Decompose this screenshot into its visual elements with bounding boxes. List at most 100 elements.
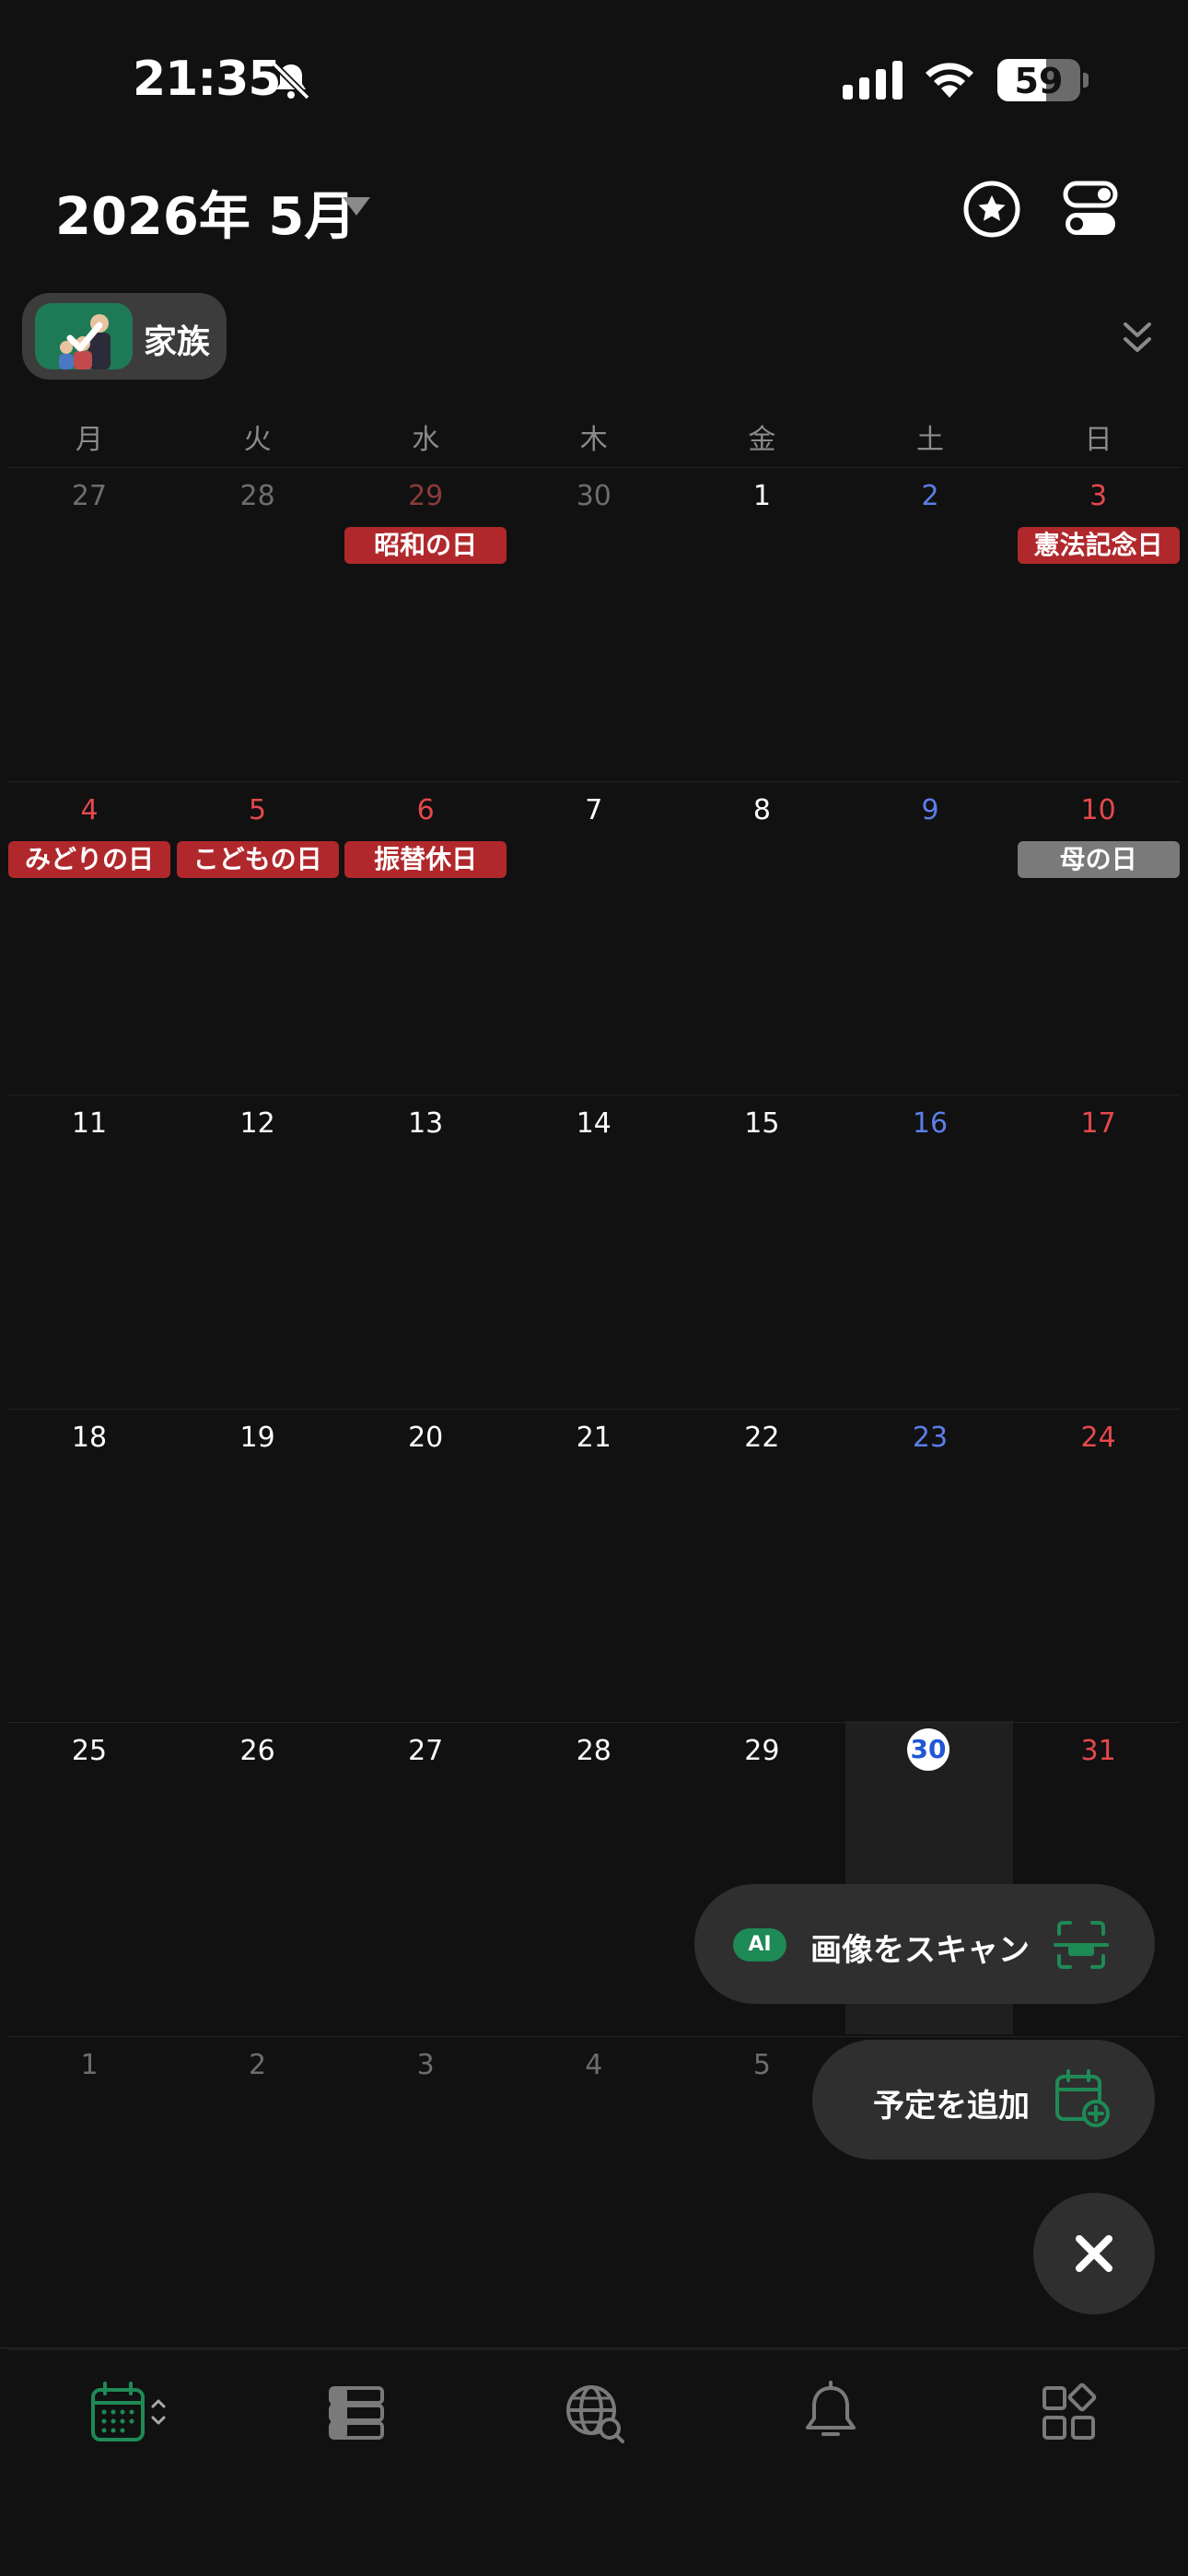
- day-number: 30: [576, 480, 611, 512]
- day-cell[interactable]: [174, 467, 342, 779]
- ai-badge: AI: [733, 1928, 786, 1961]
- day-cell[interactable]: [510, 2036, 678, 2348]
- weekday-label: 月: [76, 424, 103, 456]
- day-number: 3: [1089, 480, 1108, 512]
- week-divider: [7, 2349, 1181, 2350]
- day-cell[interactable]: [1015, 467, 1182, 779]
- add-event-button[interactable]: 予定を追加: [812, 2040, 1155, 2160]
- weekday-label: 土: [916, 424, 944, 456]
- check-icon: [66, 322, 103, 352]
- weekday-label: 水: [412, 424, 440, 456]
- cellular-signal-icon: [843, 61, 903, 100]
- calendar-tab-icon[interactable]: [90, 2381, 169, 2445]
- close-menu-button[interactable]: [1033, 2193, 1155, 2314]
- day-number: 18: [71, 1421, 108, 1454]
- day-number: 5: [249, 793, 267, 826]
- day-cell[interactable]: [6, 467, 173, 779]
- day-cell[interactable]: [342, 1095, 509, 1407]
- day-number: 14: [576, 1107, 611, 1140]
- day-cell[interactable]: [678, 1409, 845, 1721]
- globe-search-tab-icon[interactable]: [565, 2381, 624, 2445]
- day-number: 4: [80, 793, 99, 826]
- day-cell[interactable]: [1015, 781, 1182, 1094]
- scan-image-button[interactable]: AI 画像をスキャン: [694, 1884, 1155, 2004]
- day-cell[interactable]: [678, 781, 845, 1094]
- day-cell[interactable]: [1015, 1409, 1182, 1721]
- calendar-filter-chip[interactable]: 家族: [22, 293, 227, 380]
- day-cell[interactable]: [846, 781, 1014, 1094]
- day-number: 16: [912, 1107, 949, 1140]
- holiday-label[interactable]: みどりの日: [8, 840, 170, 878]
- toggles-icon[interactable]: [1063, 179, 1118, 240]
- weekday-label: 木: [579, 424, 608, 456]
- day-number: 21: [576, 1421, 611, 1454]
- calendar-chip-label: 家族: [144, 323, 211, 361]
- day-cell[interactable]: [510, 1722, 678, 2034]
- dropdown-caret-icon[interactable]: [343, 197, 370, 216]
- avatar: [35, 303, 133, 369]
- day-number: 23: [912, 1421, 949, 1454]
- holiday-label[interactable]: 母の日: [1017, 840, 1180, 878]
- close-icon: [1076, 2235, 1112, 2272]
- day-cell[interactable]: [174, 2036, 342, 2348]
- day-cell[interactable]: [342, 1409, 509, 1721]
- day-number: 15: [744, 1107, 780, 1140]
- battery-tip: [1083, 73, 1089, 88]
- holiday-label[interactable]: 憲法記念日: [1017, 527, 1180, 564]
- day-cell[interactable]: [6, 1722, 173, 2034]
- star-icon[interactable]: [961, 179, 1022, 240]
- day-number: 1: [80, 2048, 99, 2081]
- day-cell[interactable]: [174, 1409, 342, 1721]
- status-time: 21:35: [133, 52, 282, 107]
- day-number: 2: [249, 2048, 267, 2081]
- day-number: 19: [239, 1421, 275, 1454]
- day-cell[interactable]: [678, 467, 845, 779]
- day-number: 24: [1080, 1421, 1116, 1454]
- day-cell[interactable]: [342, 467, 509, 779]
- day-cell[interactable]: [846, 1409, 1014, 1721]
- day-cell[interactable]: [342, 781, 509, 1094]
- day-cell[interactable]: [6, 1409, 173, 1721]
- battery-icon: 59: [997, 59, 1080, 101]
- holiday-label[interactable]: 振替休日: [344, 840, 507, 878]
- day-cell[interactable]: [510, 1095, 678, 1407]
- day-number: 25: [71, 1735, 108, 1767]
- day-cell[interactable]: [6, 2036, 173, 2348]
- day-cell[interactable]: [678, 1095, 845, 1407]
- day-number: 3: [416, 2048, 435, 2081]
- battery-level: 59: [1014, 61, 1064, 101]
- day-cell[interactable]: [6, 1095, 173, 1407]
- day-cell[interactable]: [510, 467, 678, 779]
- day-number: 1: [752, 480, 771, 512]
- today-date[interactable]: 30: [907, 1728, 949, 1771]
- list-tab-icon[interactable]: [328, 2381, 385, 2445]
- day-cell[interactable]: [6, 781, 173, 1094]
- add-event-label: 予定を追加: [873, 2088, 1030, 2125]
- day-cell[interactable]: [342, 2036, 509, 2348]
- month-title[interactable]: 2026年 5月: [55, 175, 355, 250]
- day-cell[interactable]: [846, 467, 1014, 779]
- day-cell[interactable]: [510, 1409, 678, 1721]
- day-number: 31: [1080, 1735, 1116, 1767]
- day-number: 22: [744, 1421, 780, 1454]
- day-cell[interactable]: [1015, 1095, 1182, 1407]
- holiday-label[interactable]: こどもの日: [176, 840, 339, 878]
- day-number: 29: [744, 1735, 780, 1767]
- day-cell[interactable]: [174, 1095, 342, 1407]
- day-number: 29: [408, 480, 444, 512]
- day-cell[interactable]: [342, 1722, 509, 2034]
- widgets-tab-icon[interactable]: [1041, 2381, 1098, 2445]
- day-cell[interactable]: [846, 1095, 1014, 1407]
- bell-tab-icon[interactable]: [803, 2381, 858, 2445]
- day-cell[interactable]: [174, 781, 342, 1094]
- scan-icon: [1054, 1921, 1109, 1969]
- chevron-double-down-icon[interactable]: [1116, 317, 1159, 359]
- weekday-label: 火: [243, 424, 272, 456]
- holiday-label[interactable]: 昭和の日: [344, 527, 507, 564]
- calendar-add-icon: [1055, 2069, 1110, 2127]
- day-cell[interactable]: [174, 1722, 342, 2034]
- day-cell[interactable]: [510, 781, 678, 1094]
- day-number: 6: [416, 793, 435, 826]
- bell-slash-icon: [272, 62, 310, 100]
- day-number: 13: [408, 1107, 444, 1140]
